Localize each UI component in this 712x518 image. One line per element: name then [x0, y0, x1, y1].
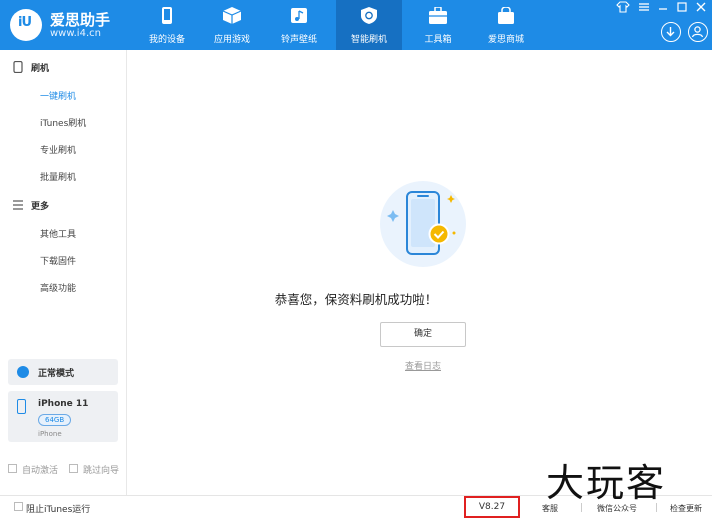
close-icon[interactable] [694, 1, 708, 13]
device-name: iPhone 11 [38, 399, 89, 409]
apple-icon [162, 7, 172, 24]
view-log-link[interactable]: 查看日志 [380, 359, 466, 372]
nav-my-device[interactable]: 我的设备 [134, 0, 200, 50]
auto-activate-label: 自动激活 [22, 466, 59, 476]
sidebar-item-one-click-flash[interactable]: 一键刷机 [0, 84, 127, 106]
sidebar: 刷机 一键刷机 iTunes刷机 专业刷机 批量刷机 更多 其他工具 下载固件 … [0, 50, 127, 495]
app-url: www.i4.cn [50, 28, 101, 39]
device-model: iPhone [38, 430, 62, 438]
check-update-link[interactable]: 检查更新 [670, 503, 702, 514]
check-badge-icon [428, 223, 450, 245]
success-illustration [380, 181, 466, 267]
phone-icon [13, 61, 23, 73]
minimize-icon[interactable] [656, 1, 670, 13]
app-name: 爱思助手 [50, 11, 111, 29]
sidebar-item-itunes-flash[interactable]: iTunes刷机 [0, 111, 127, 133]
device-capacity-badge: 64GB [38, 414, 72, 426]
block-itunes-label: 阻止iTunes运行 [26, 505, 91, 515]
skip-guide-checkbox[interactable] [69, 464, 78, 473]
toolbox-icon [429, 7, 447, 24]
sidebar-item-download-firmware[interactable]: 下载固件 [0, 249, 127, 271]
auto-activate-checkbox[interactable] [8, 464, 17, 473]
sparkle-icon [387, 210, 399, 222]
section-flash: 刷机 [0, 58, 127, 78]
menu-lines-icon [13, 200, 23, 210]
skip-guide-label: 跳过向导 [83, 466, 120, 476]
nav-store[interactable]: 爱思商城 [473, 0, 539, 50]
app-logo: iU [10, 9, 42, 41]
mode-status: 正常模式 [8, 359, 118, 385]
box-icon [223, 7, 241, 24]
refresh-shield-icon [361, 7, 377, 24]
maximize-icon[interactable] [675, 1, 689, 13]
shopping-bag-icon [498, 7, 514, 24]
phone-icon [17, 399, 26, 414]
sparkle-icon [447, 195, 455, 203]
version-label: V8.27 [464, 496, 520, 518]
sidebar-item-pro-flash[interactable]: 专业刷机 [0, 138, 127, 160]
nav-smart-flash[interactable]: 智能刷机 [336, 0, 402, 50]
nav-ringtones-wallpapers[interactable]: 铃声壁纸 [266, 0, 332, 50]
block-itunes-checkbox[interactable] [14, 502, 23, 511]
device-card[interactable]: iPhone 11 64GB iPhone [8, 391, 118, 442]
main-content [128, 50, 712, 495]
top-bar: iU 爱思助手 www.i4.cn 我的设备 应用游戏 铃声壁纸 智能刷机 工具… [0, 0, 712, 50]
confirm-button[interactable]: 确定 [380, 322, 466, 347]
mode-icon [17, 366, 29, 378]
menu-icon[interactable] [637, 1, 651, 13]
user-icon[interactable] [688, 22, 708, 42]
sidebar-item-batch-flash[interactable]: 批量刷机 [0, 165, 127, 187]
watermark-text: 大玩客 [546, 461, 667, 505]
music-folder-icon [291, 8, 307, 23]
download-icon[interactable] [661, 22, 681, 42]
shirt-icon[interactable] [616, 1, 630, 13]
nav-apps-games[interactable]: 应用游戏 [199, 0, 265, 50]
success-message: 恭喜您，保资料刷机成功啦！ [274, 292, 438, 307]
section-more: 更多 [0, 196, 127, 216]
sidebar-item-other-tools[interactable]: 其他工具 [0, 222, 127, 244]
nav-toolbox[interactable]: 工具箱 [405, 0, 471, 50]
